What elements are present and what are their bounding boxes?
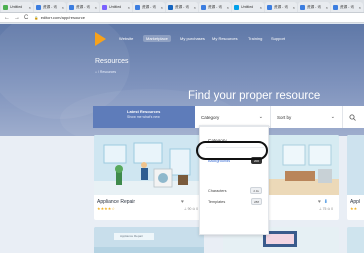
tab-favicon-icon <box>234 4 239 10</box>
tab-title: Untitled <box>241 5 254 9</box>
tab-favicon-icon <box>36 4 41 10</box>
tab-favicon-icon <box>3 4 8 10</box>
resource-card[interactable]: Appliance Repair ★★★★☆ ♥ ⊥ 90 ⊙ 0 <box>94 135 204 220</box>
browser-tab[interactable]: Untitled × <box>100 2 132 12</box>
tab-title: 资源 - 讯 <box>274 4 288 9</box>
tab-title: 资源 - 讯 <box>142 4 156 9</box>
star-rating: ★★★★☆ <box>97 206 115 211</box>
tab-title: Untitled <box>10 5 23 9</box>
sort-select-label: Sort by <box>277 114 292 120</box>
close-tab-icon[interactable]: × <box>291 5 295 10</box>
close-tab-icon[interactable]: × <box>159 5 163 10</box>
hero-headline: Find your proper resource <box>188 90 321 102</box>
search-box[interactable] <box>343 106 364 128</box>
close-tab-icon[interactable]: × <box>324 5 328 10</box>
close-tab-icon[interactable]: × <box>258 5 262 10</box>
dropdown-item-label: Characters <box>208 188 227 193</box>
forward-icon[interactable]: → <box>14 15 20 21</box>
resource-card[interactable]: Appliance Repair <box>94 227 204 253</box>
browser-tab[interactable]: Untitled × <box>1 2 33 12</box>
tab-favicon-icon <box>333 4 338 10</box>
resource-card[interactable]: Appl ★★ <box>347 135 364 220</box>
close-tab-icon[interactable]: × <box>27 5 31 10</box>
download-icon[interactable]: ⬇ <box>324 199 328 205</box>
close-tab-icon[interactable]: × <box>192 5 196 10</box>
tab-title: 资源 - 讯 <box>208 4 222 9</box>
tab-title: 资源 - 讯 <box>76 4 90 9</box>
latest-title: Latest Resources <box>127 109 161 114</box>
sort-select[interactable]: Sort by ⌄ <box>271 106 343 128</box>
tab-title: 资源 - 讯 <box>175 4 189 9</box>
latest-resources-panel[interactable]: Latest Resources Show me what's new <box>93 106 195 128</box>
back-icon[interactable]: ← <box>4 15 10 21</box>
appliance-repair-illustration <box>94 135 204 195</box>
url-text: editorr.com/app/resource <box>40 15 85 20</box>
dropdown-item-templates[interactable]: Templates 288 <box>206 197 264 206</box>
browser-tab[interactable]: Untitled × <box>232 2 264 12</box>
card-thumbnail <box>347 135 364 195</box>
tab-favicon-icon <box>201 4 206 10</box>
favorite-icon[interactable]: ♥ <box>181 199 184 205</box>
site-logo[interactable] <box>95 32 106 46</box>
chevron-down-icon: ⌄ <box>258 114 263 120</box>
tab-title: 资源 - 讯 <box>43 4 57 9</box>
url-field[interactable]: 🔒 editorr.com/app/resource <box>34 14 85 21</box>
card-title: Appl <box>350 199 361 205</box>
browser-tab[interactable]: 资源 - 讯 × <box>265 2 297 12</box>
tab-favicon-icon <box>135 4 140 10</box>
close-tab-icon[interactable]: × <box>93 5 97 10</box>
nav-support[interactable]: Support <box>271 36 285 41</box>
tab-title: 资源 - 讯 <box>307 4 321 9</box>
card-thumbnail <box>94 227 204 253</box>
page-title: Resources <box>95 58 129 65</box>
dropdown-item-characters[interactable]: Characters 2.1k <box>206 186 264 195</box>
nav-website[interactable]: Website <box>119 36 133 41</box>
web-page: Website Marketplace My purchases My Reso… <box>0 24 364 253</box>
star-rating: ★★ <box>350 206 358 211</box>
close-tab-icon[interactable]: × <box>60 5 64 10</box>
tab-favicon-icon <box>69 4 74 10</box>
card-stats: ⊥ 75 ⊙ 0 <box>318 207 333 211</box>
dropdown-divider <box>200 126 270 127</box>
nav-my-purchases[interactable]: My purchases <box>180 36 205 41</box>
tab-favicon-icon <box>300 4 305 10</box>
dropdown-item-label: Templates <box>208 199 226 204</box>
nav-training[interactable]: Training <box>248 36 262 41</box>
tab-favicon-icon <box>267 4 272 10</box>
search-icon <box>349 114 356 121</box>
card-thumb-caption: Appliance Repair <box>120 234 143 238</box>
card-thumbnail <box>94 135 204 195</box>
lock-icon: 🔒 <box>34 15 39 20</box>
highlight-annotation <box>196 141 268 160</box>
favorite-icon[interactable]: ♥ <box>318 199 321 205</box>
chevron-down-icon: ⌄ <box>330 114 335 120</box>
browser-tab[interactable]: 资源 - 讯 × <box>331 2 363 12</box>
breadcrumb[interactable]: ⌂ / Resources <box>95 70 116 74</box>
latest-subtitle: Show me what's new <box>127 115 160 119</box>
browser-tab[interactable]: 资源 - 讯 × <box>298 2 330 12</box>
close-tab-icon[interactable]: × <box>225 5 229 10</box>
tab-title: 资源 - 讯 <box>340 4 354 9</box>
browser-tab-bar: Untitled × 资源 - 讯 × 资源 - 讯 × Untitled × 资源 - 讯 × 资… <box>0 0 364 13</box>
browser-address-bar: ← → C 🔒 editorr.com/app/resource <box>0 13 364 23</box>
card-title: Appliance Repair <box>97 199 136 205</box>
browser-tab[interactable]: 资源 - 讯 × <box>67 2 99 12</box>
tab-favicon-icon <box>168 4 173 10</box>
browser-tab[interactable]: 资源 - 讯 × <box>166 2 198 12</box>
category-select-label: Category <box>201 114 220 120</box>
card-stats: ⊥ 90 ⊙ 0 <box>183 207 198 211</box>
nav-marketplace[interactable]: Marketplace <box>143 35 171 42</box>
count-badge: 2.1k <box>250 187 262 194</box>
close-tab-icon[interactable]: × <box>357 5 361 10</box>
count-badge: 288 <box>250 198 262 205</box>
browser-tab[interactable]: 资源 - 讯 × <box>133 2 165 12</box>
close-tab-icon[interactable]: × <box>126 5 130 10</box>
resource-card[interactable] <box>347 227 364 253</box>
tab-title: Untitled <box>109 5 122 9</box>
reload-icon[interactable]: C <box>24 15 28 21</box>
tab-favicon-icon <box>102 4 107 10</box>
browser-tab[interactable]: 资源 - 讯 × <box>199 2 231 12</box>
browser-tab[interactable]: 资源 - 讯 × <box>34 2 66 12</box>
nav-my-resources[interactable]: My Resources <box>212 36 238 41</box>
